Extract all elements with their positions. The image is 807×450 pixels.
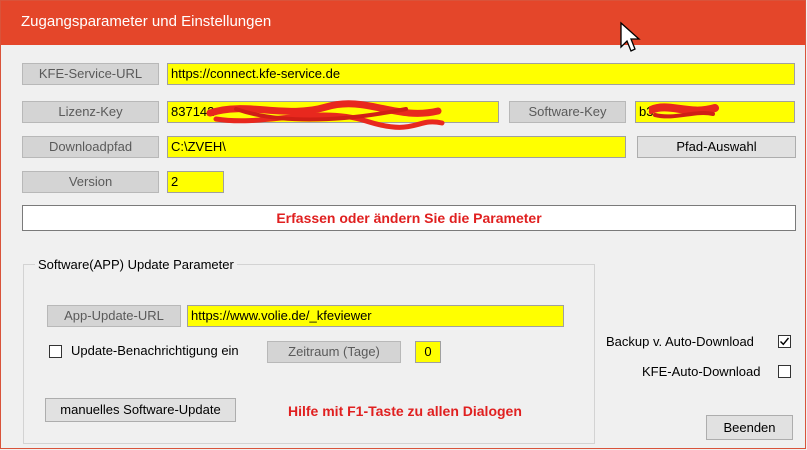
kfe-auto-download-checkbox[interactable]	[778, 365, 791, 378]
settings-window: Zugangsparameter und Einstellungen KFE-S…	[0, 0, 806, 449]
checkmark-icon	[780, 337, 790, 346]
status-message-box: Erfassen oder ändern Sie die Parameter	[22, 205, 796, 231]
license-key-redaction	[206, 100, 445, 130]
status-message: Erfassen oder ändern Sie die Parameter	[276, 210, 542, 226]
version-input[interactable]: 2	[167, 171, 224, 193]
download-path-input[interactable]: C:\ZVEH\	[167, 136, 626, 158]
path-select-button[interactable]: Pfad-Auswahl	[637, 136, 796, 158]
mouse-cursor-icon	[620, 21, 641, 52]
close-button[interactable]: Beenden	[706, 415, 793, 440]
app-update-url-input[interactable]: https://www.volie.de/_kfeviewer	[187, 305, 564, 327]
update-group-title: Software(APP) Update Parameter	[35, 257, 237, 272]
license-key-label: Lizenz-Key	[22, 101, 159, 123]
app-update-url-label: App-Update-URL	[47, 305, 181, 327]
service-url-input[interactable]: https://connect.kfe-service.de	[167, 63, 795, 85]
download-path-label: Downloadpfad	[22, 136, 159, 158]
service-url-label: KFE-Service-URL	[22, 63, 159, 85]
title-bar[interactable]: Zugangsparameter und Einstellungen	[1, 1, 805, 52]
backup-auto-download-checkbox[interactable]	[778, 335, 791, 348]
help-text: Hilfe mit F1-Taste zu allen Dialogen	[288, 403, 522, 419]
backup-auto-download-label: Backup v. Auto-Download	[606, 334, 754, 349]
manual-update-button[interactable]: manuelles Software-Update	[45, 398, 236, 422]
update-notify-checkbox[interactable]	[49, 345, 62, 358]
update-notify-label: Update-Benachrichtigung ein	[71, 343, 239, 358]
kfe-auto-download-label: KFE-Auto-Download	[642, 364, 761, 379]
period-input[interactable]: 0	[415, 341, 441, 363]
period-label: Zeitraum (Tage)	[267, 341, 401, 363]
window-title: Zugangsparameter und Einstellungen	[21, 13, 272, 30]
software-key-label: Software-Key	[509, 101, 626, 123]
version-label: Version	[22, 171, 159, 193]
software-key-redaction	[649, 103, 719, 119]
